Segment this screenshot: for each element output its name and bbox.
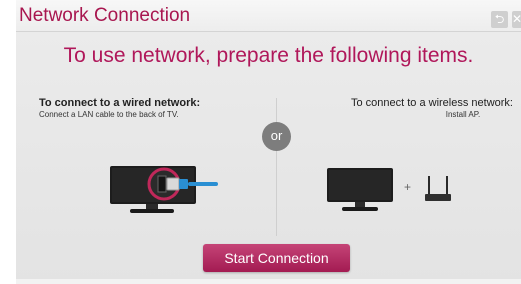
wireless-heading: To connect to a wireless network: xyxy=(350,97,513,109)
start-connection-button[interactable]: Start Connection xyxy=(203,244,350,272)
tv-lan-illustration xyxy=(110,166,218,213)
wired-section: To connect to a wired network: Connect a… xyxy=(39,97,259,119)
tv-icon xyxy=(327,168,393,211)
back-button[interactable]: ⮌ xyxy=(491,11,508,28)
section-divider xyxy=(276,98,277,236)
window-title: Network Connection xyxy=(19,5,191,26)
wireless-section: To connect to a wireless network: Instal… xyxy=(293,97,513,119)
bottom-strip xyxy=(16,279,521,284)
plus-sign: + xyxy=(404,180,412,194)
left-edge xyxy=(0,0,16,284)
wired-heading: To connect to a wired network: xyxy=(39,97,201,109)
network-connection-panel xyxy=(0,0,521,284)
headline: To use network, prepare the following it… xyxy=(63,44,474,67)
close-button[interactable]: ✕ xyxy=(512,11,521,28)
or-badge: or xyxy=(262,122,291,151)
router-icon xyxy=(425,176,451,201)
wired-instruction: Connect a LAN cable to the back of TV. xyxy=(39,110,179,119)
title-bar: Network Connection ⮌ ✕ xyxy=(16,0,521,32)
wireless-instruction: Install AP. xyxy=(445,110,481,119)
back-arrow-icon: ⮌ xyxy=(494,12,505,26)
tv-ap-illustration xyxy=(327,168,451,211)
close-icon: ✕ xyxy=(512,12,521,26)
